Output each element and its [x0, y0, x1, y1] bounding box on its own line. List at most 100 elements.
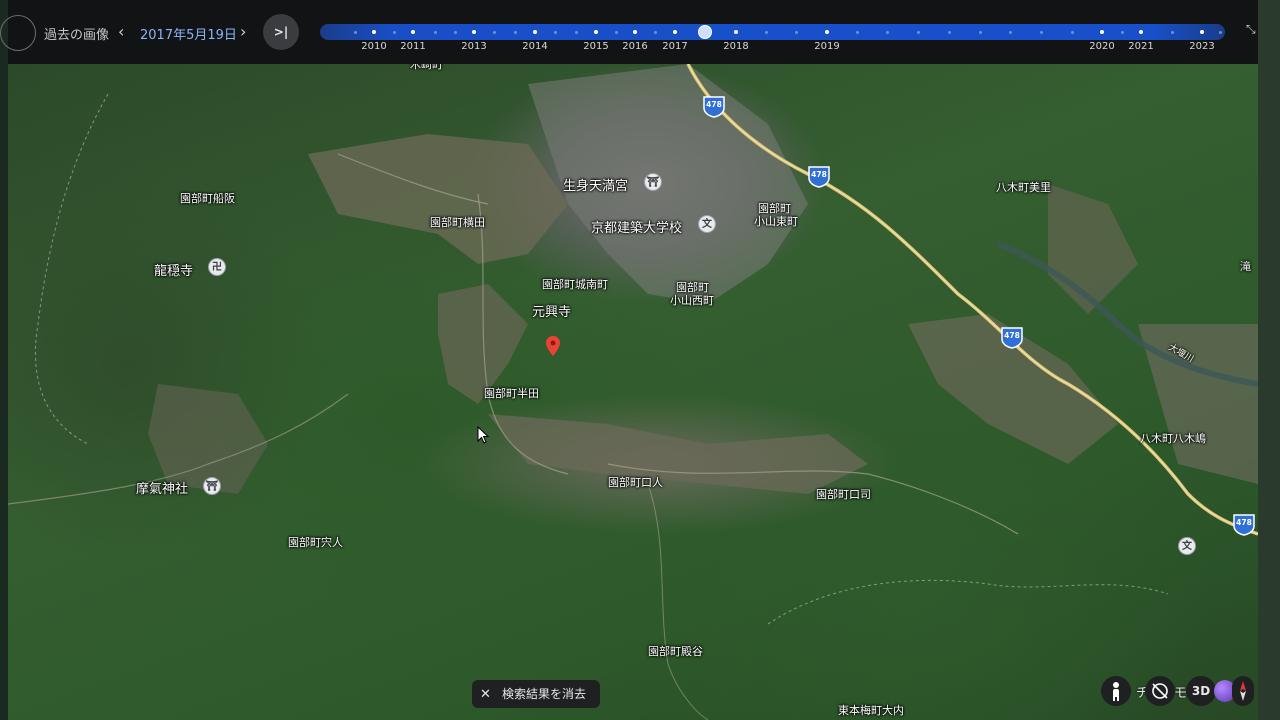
- place-label[interactable]: 園部町横田: [430, 214, 485, 230]
- timeline-year-label[interactable]: 2015: [583, 41, 608, 52]
- place-label[interactable]: 小山西町: [670, 292, 714, 308]
- historical-imagery-bar: 過去の画像 ‹ 2017年5月19日 › >| 2010 2011 2013 2014…: [0, 0, 1258, 64]
- clear-search-results-button[interactable]: ✕ 検索結果を消去: [472, 680, 600, 708]
- timeline-minor-tick[interactable]: [553, 30, 557, 34]
- timeline-year-label[interactable]: 2019: [814, 41, 839, 52]
- timeline-year-label[interactable]: 2010: [361, 41, 386, 52]
- place-label[interactable]: 木崎町: [410, 64, 443, 72]
- timeline-slider[interactable]: [320, 24, 1225, 40]
- timeline-year-label[interactable]: 2023: [1189, 41, 1214, 52]
- timeline-selected-knob[interactable]: [698, 25, 712, 39]
- 3d-toggle-button[interactable]: 3D: [1186, 676, 1216, 706]
- timeline-year-tick[interactable]: [633, 30, 637, 34]
- jump-to-latest-button[interactable]: >|: [263, 14, 299, 50]
- school-icon[interactable]: 文: [1178, 537, 1196, 555]
- chevron-left-icon[interactable]: ‹: [118, 22, 124, 41]
- timeline-minor-tick[interactable]: [453, 30, 457, 34]
- timeline-minor-tick[interactable]: [492, 30, 496, 34]
- timeline-minor-tick[interactable]: [1070, 30, 1074, 34]
- chevron-right-icon[interactable]: ›: [240, 22, 246, 41]
- timeline-year-label[interactable]: 2020: [1089, 41, 1114, 52]
- place-label[interactable]: 東本梅町大内: [838, 702, 904, 718]
- timeline-year-label[interactable]: 2017: [662, 41, 687, 52]
- timeline-minor-tick[interactable]: [513, 30, 517, 34]
- current-date: 2017年5月19日: [140, 28, 237, 43]
- route-478-shield: 478: [702, 94, 726, 118]
- place-label[interactable]: 生身天満宮: [563, 175, 628, 194]
- timeline-minor-tick[interactable]: [794, 30, 798, 34]
- clear-search-label: 検索結果を消去: [502, 687, 587, 701]
- timeline-minor-tick[interactable]: [574, 30, 578, 34]
- place-label[interactable]: 小山東町: [754, 213, 798, 229]
- timeline-minor-tick[interactable]: [1008, 30, 1012, 34]
- timeline-year-tick[interactable]: [472, 30, 476, 34]
- timeline-year-label[interactable]: 2021: [1128, 41, 1153, 52]
- timeline-year-tick[interactable]: [1200, 30, 1204, 34]
- timeline-year-tick[interactable]: [594, 30, 598, 34]
- satellite-map[interactable]: 478 478 478 478 ⛩ 文 卍 ⛩ 文 園部町船阪 龍穏寺 園部町横…: [8, 64, 1258, 720]
- shrine-icon[interactable]: ⛩: [203, 477, 221, 495]
- school-icon[interactable]: 文: [698, 215, 716, 233]
- timeline-minor-tick[interactable]: [1120, 30, 1124, 34]
- timeline-minor-tick[interactable]: [1170, 30, 1174, 34]
- place-label[interactable]: 園部町殿谷: [648, 643, 703, 659]
- mouse-cursor-icon: [477, 426, 489, 444]
- place-label[interactable]: 元興寺: [532, 301, 571, 320]
- timeline-year-tick[interactable]: [372, 30, 376, 34]
- timeline-minor-tick[interactable]: [433, 30, 437, 34]
- compass-icon[interactable]: [1232, 676, 1254, 706]
- place-label[interactable]: 京都建築大学校: [591, 217, 682, 236]
- route-478-shield: 478: [1232, 512, 1256, 536]
- location-pin-icon[interactable]: [546, 336, 560, 356]
- map-features: [8, 64, 1258, 720]
- timeline-minor-tick[interactable]: [353, 30, 357, 34]
- timeline-year-tick[interactable]: [533, 30, 537, 34]
- place-label[interactable]: 園部町口司: [816, 486, 871, 502]
- history-toggle-button[interactable]: [0, 15, 36, 51]
- place-label[interactable]: 園部町口人: [608, 474, 663, 490]
- timeline-minor-tick[interactable]: [653, 30, 657, 34]
- right-edge-strip: [1258, 0, 1280, 720]
- route-478-shield: 478: [807, 164, 831, 188]
- history-label: 過去の画像: [44, 28, 110, 43]
- timeline-year-label[interactable]: 2016: [622, 41, 647, 52]
- timeline-year-label[interactable]: 2013: [461, 41, 486, 52]
- place-label[interactable]: 園部町城南町: [542, 276, 608, 292]
- place-label[interactable]: 摩氣神社: [136, 478, 188, 497]
- timeline-year-label[interactable]: 2011: [400, 41, 425, 52]
- timeline-minor-tick[interactable]: [614, 30, 618, 34]
- timeline-minor-tick[interactable]: [885, 30, 889, 34]
- place-label[interactable]: 八木町八木嶋: [1140, 430, 1206, 446]
- timeline-year-tick[interactable]: [825, 30, 829, 34]
- timeline-minor-tick[interactable]: [978, 30, 982, 34]
- timeline-minor-tick[interactable]: [1218, 30, 1222, 34]
- timeline-year-label[interactable]: 2018: [723, 41, 748, 52]
- timeline-year-tick[interactable]: [673, 30, 677, 34]
- collapse-icon[interactable]: ⤡: [1246, 22, 1256, 37]
- pegman-icon[interactable]: [1101, 676, 1131, 706]
- shrine-icon[interactable]: ⛩: [644, 173, 662, 191]
- timeline-year-tick[interactable]: [1100, 30, 1104, 34]
- timeline-year-tick[interactable]: [734, 30, 738, 34]
- temple-icon[interactable]: 卍: [208, 258, 226, 276]
- timeline-minor-tick[interactable]: [392, 30, 396, 34]
- left-edge-strip: [0, 0, 8, 720]
- route-478-shield: 478: [1000, 325, 1024, 349]
- google-earth-viewer: 過去の画像 ‹ 2017年5月19日 › >| 2010 2011 2013 2014…: [0, 0, 1280, 720]
- tilt-off-icon[interactable]: [1145, 676, 1175, 706]
- timeline-minor-tick[interactable]: [916, 30, 920, 34]
- timeline-minor-tick[interactable]: [947, 30, 951, 34]
- place-label[interactable]: 八木町美里: [996, 179, 1051, 195]
- place-label[interactable]: 園部町半田: [484, 385, 539, 401]
- timeline-year-tick[interactable]: [1139, 30, 1143, 34]
- place-label[interactable]: 龍穏寺: [154, 260, 193, 279]
- timeline-minor-tick[interactable]: [1039, 30, 1043, 34]
- place-label[interactable]: 滝: [1240, 258, 1251, 274]
- timeline-year-tick[interactable]: [411, 30, 415, 34]
- timeline-minor-tick[interactable]: [855, 30, 859, 34]
- place-label[interactable]: 園部町船阪: [180, 190, 235, 206]
- place-label[interactable]: 園部町宍人: [288, 534, 343, 550]
- close-icon: ✕: [480, 687, 491, 702]
- timeline-minor-tick[interactable]: [764, 30, 768, 34]
- timeline-year-label[interactable]: 2014: [522, 41, 547, 52]
